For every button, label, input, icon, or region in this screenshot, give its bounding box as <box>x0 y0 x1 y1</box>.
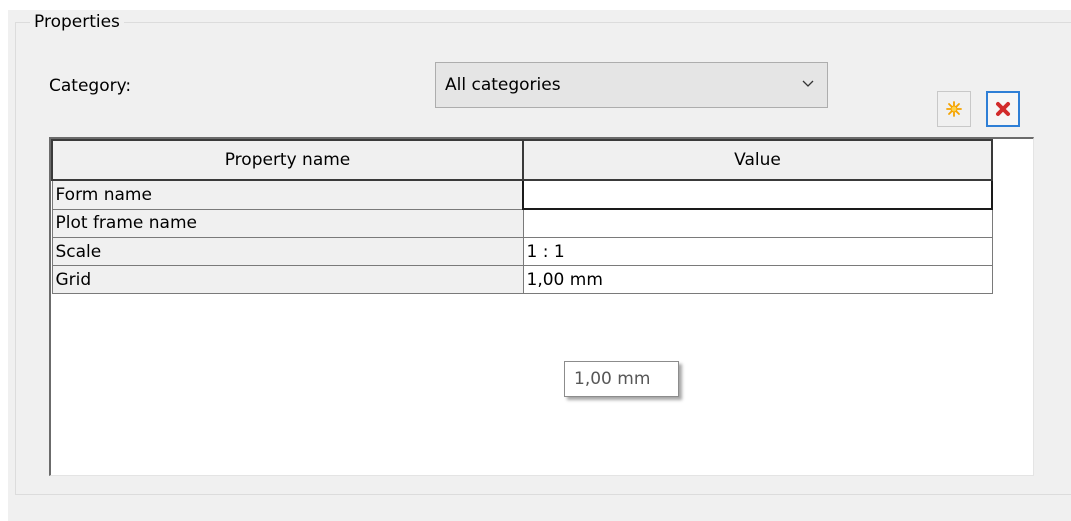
column-header-value[interactable]: Value <box>522 139 993 181</box>
property-name-cell[interactable]: Plot frame name <box>51 208 524 238</box>
delete-property-button[interactable] <box>986 91 1020 127</box>
chevron-down-icon <box>802 80 814 87</box>
property-value-cell[interactable]: 1,00 mm <box>522 265 993 294</box>
property-value-cell[interactable]: 1 : 1 <box>522 237 993 266</box>
table-row[interactable]: Form name <box>51 179 993 210</box>
new-sparkle-icon <box>946 101 962 117</box>
property-name-cell[interactable]: Form name <box>51 179 524 210</box>
new-property-button[interactable] <box>937 91 971 127</box>
value-tooltip: 1,00 mm <box>564 361 679 397</box>
table-row[interactable]: Grid 1,00 mm <box>51 265 993 294</box>
property-grid[interactable]: Property name Value Form name Plot frame… <box>49 137 1034 476</box>
table-header-row: Property name Value <box>51 139 993 181</box>
table-row[interactable]: Scale 1 : 1 <box>51 237 993 266</box>
category-label: Category: <box>49 76 132 96</box>
group-title: Properties <box>30 11 124 33</box>
property-value-cell[interactable] <box>522 208 993 238</box>
table-row[interactable]: Plot frame name <box>51 208 993 238</box>
category-dropdown-value: All categories <box>445 75 561 95</box>
column-header-property-name[interactable]: Property name <box>51 139 524 181</box>
property-value-cell[interactable] <box>522 179 993 210</box>
delete-x-icon <box>996 102 1010 116</box>
property-name-cell[interactable]: Scale <box>51 237 524 266</box>
property-table: Property name Value Form name Plot frame… <box>51 139 993 294</box>
property-name-cell[interactable]: Grid <box>51 265 524 294</box>
category-dropdown[interactable]: All categories <box>435 62 828 108</box>
